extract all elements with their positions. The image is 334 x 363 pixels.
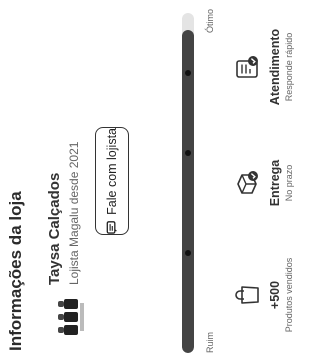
contact-button-label: Fale com lojista — [105, 128, 119, 215]
metric-delivery: Entrega No prazo — [232, 133, 294, 233]
metric-value: Atendimento — [268, 28, 282, 106]
metric-value: Entrega — [268, 159, 282, 207]
metric-products-sold: +500 Produtos vendidos — [232, 245, 294, 345]
store-logo — [58, 299, 84, 335]
reputation-step-dot — [185, 250, 191, 256]
reputation-step-dot — [185, 70, 191, 76]
reputation-step-dot — [185, 150, 191, 156]
reputation-meter: Ruim Ótimo — [150, 9, 215, 353]
metric-caption: Responde rápido — [284, 32, 294, 102]
contact-seller-button[interactable]: Fale com lojista — [95, 127, 129, 235]
section-title: Informações da loja — [6, 191, 25, 351]
store-since-text: Lojista Magalu desde 2021 — [67, 141, 81, 285]
store-info-card: Informações da loja Taysa Calçados Lojis… — [0, 0, 334, 363]
support-check-icon — [236, 56, 258, 78]
metric-support: Atendimento Responde rápido — [232, 17, 294, 117]
reputation-fill — [182, 30, 194, 353]
shopping-bag-icon — [235, 286, 259, 304]
metric-value: +500 — [268, 280, 282, 310]
store-name[interactable]: Taysa Calçados — [46, 173, 63, 285]
delivery-box-icon — [237, 171, 258, 194]
metric-caption: Produtos vendidos — [284, 257, 294, 333]
reputation-max-label: Ótimo — [205, 9, 215, 34]
reputation-min-label: Ruim — [205, 331, 215, 353]
metric-caption: No prazo — [284, 164, 294, 202]
chat-icon — [106, 221, 118, 234]
reputation-track — [182, 13, 194, 353]
